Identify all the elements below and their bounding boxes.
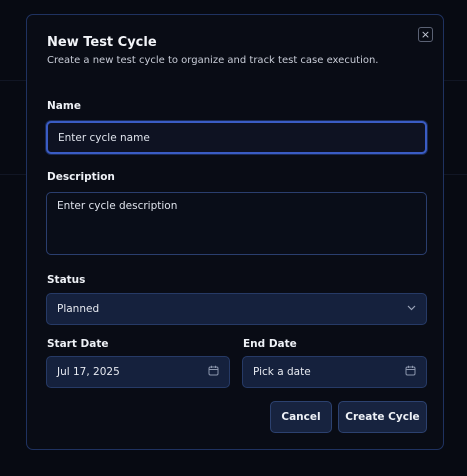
end-date-picker[interactable]: Pick a date bbox=[242, 356, 427, 388]
close-button[interactable]: × bbox=[418, 27, 433, 42]
status-select[interactable]: Planned bbox=[46, 293, 427, 325]
description-textarea[interactable] bbox=[46, 192, 427, 255]
end-date-label: End Date bbox=[243, 338, 297, 350]
start-date-value: Jul 17, 2025 bbox=[57, 366, 120, 378]
new-test-cycle-dialog: × New Test Cycle Create a new test cycle… bbox=[26, 14, 444, 450]
dialog-subtitle: Create a new test cycle to organize and … bbox=[47, 55, 379, 66]
status-label: Status bbox=[47, 274, 86, 286]
calendar-icon bbox=[405, 365, 416, 379]
create-cycle-button[interactable]: Create Cycle bbox=[338, 401, 427, 433]
name-input[interactable] bbox=[46, 121, 427, 154]
start-date-picker[interactable]: Jul 17, 2025 bbox=[46, 356, 230, 388]
cancel-button[interactable]: Cancel bbox=[270, 401, 332, 433]
calendar-icon bbox=[208, 365, 219, 379]
description-label: Description bbox=[47, 171, 115, 183]
status-value: Planned bbox=[57, 303, 100, 315]
end-date-value: Pick a date bbox=[253, 366, 311, 378]
start-date-label: Start Date bbox=[47, 338, 109, 350]
close-icon: × bbox=[420, 28, 431, 41]
chevron-down-icon bbox=[407, 304, 416, 314]
dialog-title: New Test Cycle bbox=[47, 35, 157, 50]
name-label: Name bbox=[47, 100, 81, 112]
